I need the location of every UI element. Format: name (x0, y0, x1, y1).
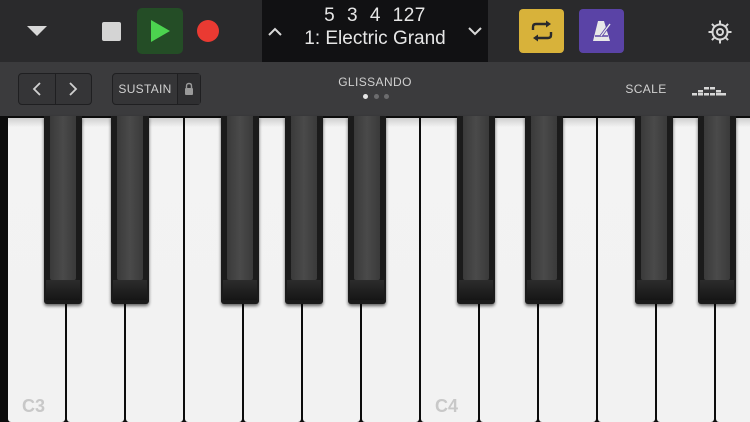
instrument-name: 1: Electric Grand (304, 28, 446, 49)
sustain-button[interactable]: SUSTAIN (112, 73, 201, 105)
stop-icon (101, 21, 121, 41)
key-top (50, 116, 76, 280)
record-button[interactable] (192, 16, 224, 46)
octave-label: C3 (22, 396, 46, 416)
play-icon (151, 20, 170, 42)
black-key-c-sharp4[interactable] (457, 116, 495, 304)
key-front (113, 280, 147, 300)
octave-selector (18, 73, 92, 105)
black-key-f-sharp4[interactable] (635, 116, 673, 304)
octave-label: C4 (435, 396, 459, 416)
chevron-down-icon (27, 26, 47, 36)
key-front (46, 280, 80, 300)
scale-steps-icon (692, 87, 726, 96)
lock-icon (185, 82, 193, 95)
black-key-g-sharp4[interactable] (698, 116, 736, 304)
page-dot (363, 94, 368, 99)
scale-button[interactable] (692, 82, 726, 98)
sustain-lock-button[interactable] (177, 74, 200, 104)
key-front (223, 280, 257, 300)
octave-down-button[interactable] (19, 74, 55, 104)
black-key-a-sharp3[interactable] (348, 116, 386, 304)
view-menu-button[interactable] (20, 16, 54, 46)
key-top (704, 116, 730, 280)
key-front (527, 280, 561, 300)
scale-label[interactable]: SCALE (620, 82, 672, 96)
page-dot (373, 94, 379, 99)
settings-button[interactable] (704, 17, 736, 47)
cycle-button[interactable] (519, 9, 564, 53)
key-top (641, 116, 667, 280)
play-button[interactable] (137, 8, 183, 54)
glissando-mode-label[interactable]: GLISSANDO (325, 75, 425, 89)
next-instrument-button[interactable] (464, 18, 486, 44)
metronome-button[interactable] (579, 9, 624, 53)
metronome-icon (592, 21, 611, 41)
key-front (459, 280, 493, 300)
black-key-g-sharp3[interactable] (285, 116, 323, 304)
black-key-d-sharp3[interactable] (111, 116, 149, 304)
key-top (117, 116, 143, 280)
key-top (354, 116, 380, 280)
piano-keyboard: C3 C4 (0, 116, 750, 422)
lcd-display[interactable]: 5 3 4 127 1: Electric Grand (262, 0, 488, 62)
mode-page-indicator[interactable] (363, 94, 389, 100)
stop-button[interactable] (96, 16, 126, 46)
chevron-left-icon (32, 82, 41, 96)
keyboard-controls: SUSTAIN GLISSANDO SCALE (0, 62, 750, 116)
chevron-right-icon (69, 82, 78, 96)
black-key-c-sharp3[interactable] (44, 116, 82, 304)
black-key-f-sharp3[interactable] (221, 116, 259, 304)
black-key-d-sharp4[interactable] (525, 116, 563, 304)
key-top (463, 116, 489, 280)
key-front (700, 280, 734, 300)
key-front (350, 280, 384, 300)
key-front (287, 280, 321, 300)
loop-icon (531, 20, 552, 42)
key-front (637, 280, 671, 300)
key-top (227, 116, 253, 280)
top-toolbar: 5 3 4 127 1: Electric Grand (0, 0, 750, 62)
octave-up-button[interactable] (54, 74, 92, 104)
chevron-down-small-icon (468, 26, 482, 35)
key-top (291, 116, 317, 280)
sustain-label: SUSTAIN (118, 82, 172, 96)
record-icon (197, 20, 219, 42)
page-dot (384, 94, 389, 99)
position-counter: 5 3 4 127 (324, 5, 426, 26)
gear-icon (708, 20, 732, 44)
key-top (531, 116, 557, 280)
